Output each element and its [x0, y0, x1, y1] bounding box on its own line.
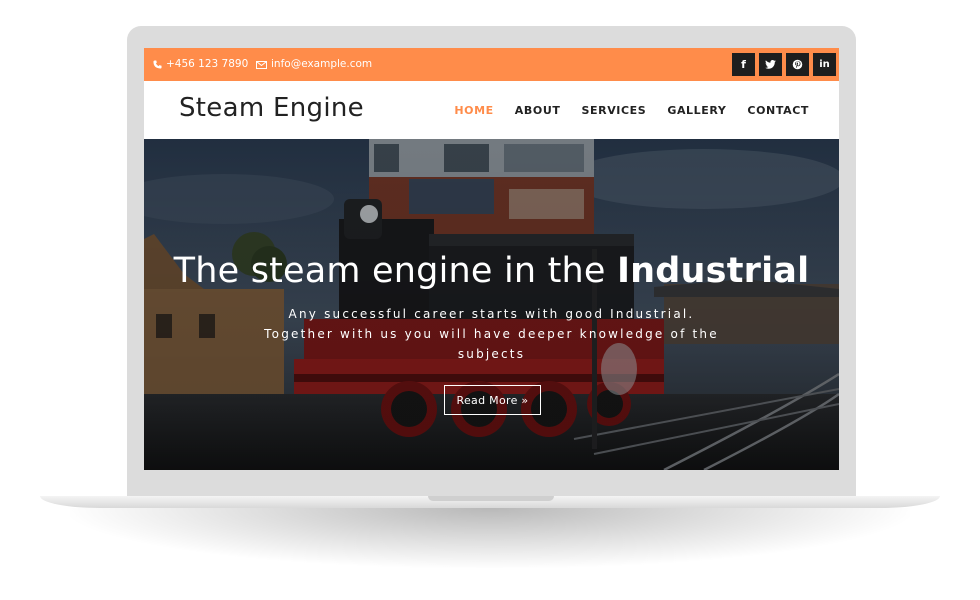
linkedin-icon: in	[819, 59, 830, 70]
email-address: info@example.com	[271, 58, 373, 70]
nav-home[interactable]: HOME	[454, 104, 493, 117]
nav-gallery[interactable]: GALLERY	[667, 104, 726, 117]
laptop-shadow	[70, 508, 910, 568]
twitter-icon	[765, 60, 776, 69]
top-bar: +456 123 7890 info@example.com f in	[144, 48, 839, 81]
site-logo[interactable]: Steam Engine	[179, 93, 364, 123]
website-screen: +456 123 7890 info@example.com f in Stea…	[144, 48, 839, 470]
hero-title-regular: The steam engine in the	[173, 251, 617, 291]
hero-subtitle: Any successful career starts with good I…	[264, 307, 719, 361]
laptop-mockup: +456 123 7890 info@example.com f in Stea…	[0, 0, 980, 600]
hero-banner: The steam engine in the Industrial Any s…	[144, 139, 839, 470]
facebook-icon: f	[741, 58, 746, 71]
twitter-button[interactable]	[759, 53, 782, 76]
phone-number: +456 123 7890	[166, 58, 249, 70]
nav-services[interactable]: SERVICES	[581, 104, 646, 117]
read-more-button[interactable]: Read More »	[444, 385, 541, 415]
hero-title-bold: Industrial	[616, 251, 810, 291]
laptop-notch	[428, 496, 554, 501]
facebook-button[interactable]: f	[732, 53, 755, 76]
phone-contact[interactable]: +456 123 7890	[153, 48, 248, 81]
phone-icon	[153, 60, 162, 69]
email-contact[interactable]: info@example.com	[256, 48, 372, 81]
nav-contact[interactable]: CONTACT	[747, 104, 809, 117]
pinterest-icon	[792, 59, 803, 70]
envelope-icon	[256, 60, 267, 69]
linkedin-button[interactable]: in	[813, 53, 836, 76]
hero-title: The steam engine in the Industrial	[144, 251, 839, 291]
site-header: Steam Engine HOME ABOUT SERVICES GALLERY…	[144, 81, 839, 139]
pinterest-button[interactable]	[786, 53, 809, 76]
social-links: f in	[732, 53, 836, 76]
main-nav: HOME ABOUT SERVICES GALLERY CONTACT	[454, 81, 809, 139]
nav-about[interactable]: ABOUT	[515, 104, 561, 117]
